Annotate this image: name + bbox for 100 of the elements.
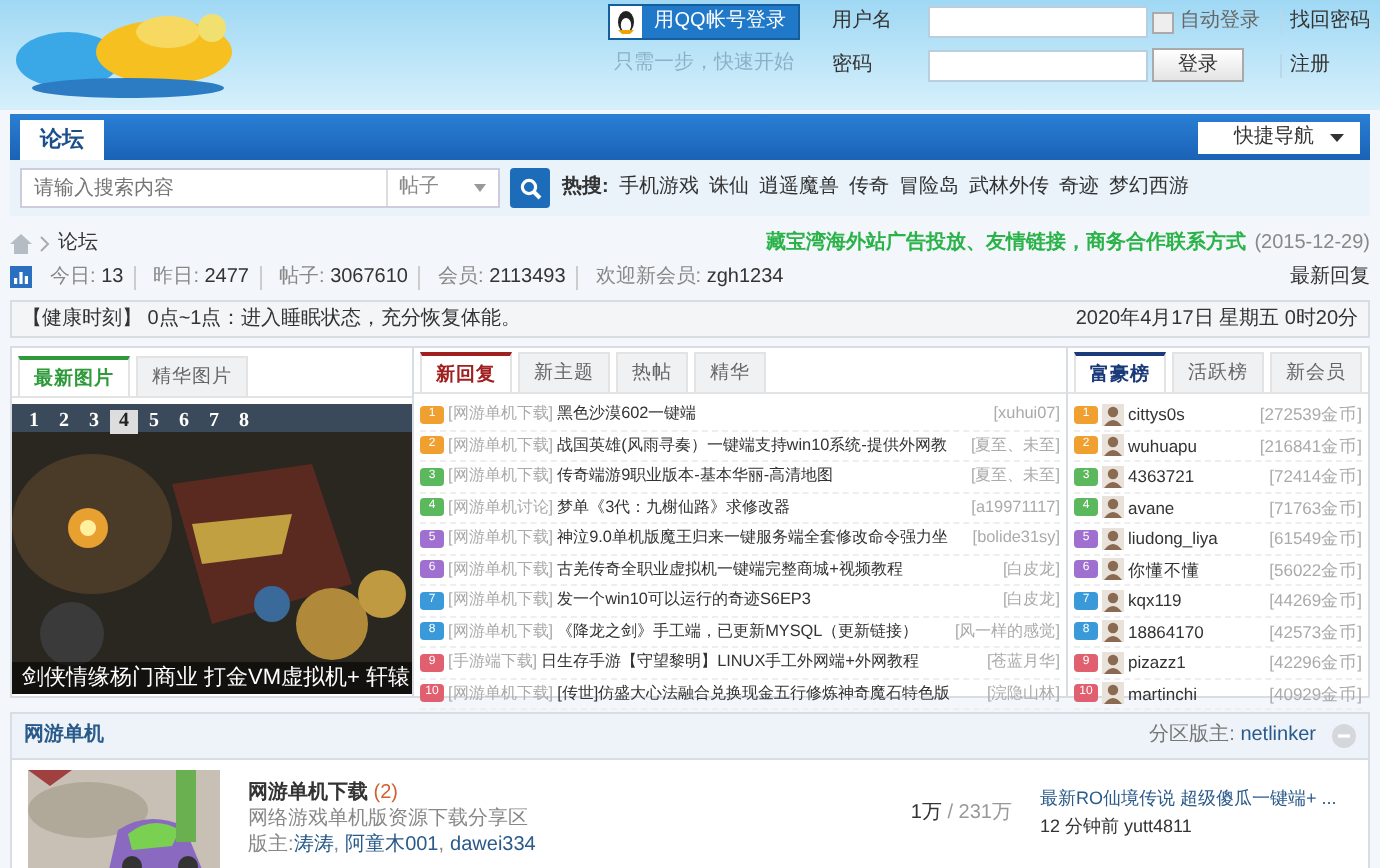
username-field[interactable]: [928, 6, 1148, 38]
thread-title-link[interactable]: 黑色沙漠602一键端: [557, 402, 697, 427]
slide-page-link[interactable]: 1: [20, 410, 48, 434]
hot-search-link[interactable]: 手机游戏: [618, 176, 699, 200]
search-field[interactable]: 请输入搜索内容 帖子: [20, 168, 500, 208]
stat-text: 昨日: 2477: [143, 265, 261, 289]
coin-count: [44269金币]: [1269, 588, 1362, 613]
avatar-icon[interactable]: [1102, 589, 1124, 612]
hot-search-link[interactable]: 武林外传: [968, 176, 1049, 200]
avatar-icon[interactable]: [1102, 465, 1124, 488]
username-link[interactable]: liudong_liya: [1128, 526, 1218, 551]
avatar-icon[interactable]: [1102, 620, 1124, 643]
username-link[interactable]: wuhuapu: [1128, 433, 1198, 458]
stat-text: 今日: 13: [40, 265, 136, 289]
hot-search-link[interactable]: 冒险岛: [898, 176, 959, 200]
password-label: 密码: [832, 53, 874, 77]
avatar-icon[interactable]: [1102, 527, 1124, 550]
breadcrumb-link[interactable]: 论坛: [58, 231, 98, 255]
hot-search-link[interactable]: 奇迹: [1058, 176, 1099, 200]
thread-title-link[interactable]: 战国英雄(风雨寻奏）一键端支持win10系统-提供外网教: [557, 433, 947, 458]
new-member-text: 欢迎新会员: zgh1234: [593, 265, 786, 289]
register-link[interactable]: 注册: [1280, 53, 1370, 77]
moderators-label: 版主:: [248, 834, 294, 858]
tab[interactable]: 精华图片: [136, 356, 248, 396]
chevron-icon: [40, 235, 50, 251]
coin-count: [216841金币]: [1259, 433, 1362, 458]
username-link[interactable]: 4363721: [1128, 464, 1195, 489]
moderator-link[interactable]: 阿童木001: [345, 834, 439, 858]
slide-page-link[interactable]: 7: [200, 410, 228, 434]
hot-search-link[interactable]: 梦幻西游: [1108, 176, 1189, 200]
slide-page-link[interactable]: 4: [110, 410, 138, 434]
login-button[interactable]: 登录: [1152, 48, 1244, 82]
thread-title-link[interactable]: 神泣9.0单机版魔王归来一键服务端全套修改命令强力坐: [557, 526, 948, 551]
section-title[interactable]: 网游单机: [24, 724, 104, 748]
moderator-link[interactable]: 涛涛: [293, 834, 334, 858]
slide-page-link[interactable]: 5: [140, 410, 168, 434]
new-post-count: (2): [373, 782, 399, 804]
comma-text: ,: [438, 834, 445, 858]
auto-login-label: 自动登录: [1180, 10, 1260, 34]
last-post-link[interactable]: 最新RO仙境传说 超级傻瓜一键端+ ...: [1040, 786, 1356, 810]
tab[interactable]: 精华: [694, 352, 766, 392]
moderator-link[interactable]: dawei334: [450, 834, 536, 858]
username-link[interactable]: 你懂不懂: [1128, 557, 1200, 582]
slide-page-link[interactable]: 2: [50, 410, 78, 434]
caret-icon: [474, 184, 486, 192]
coin-count: [56022金币]: [1269, 557, 1362, 582]
thread-title-link[interactable]: [传世]仿盛大心法融合兑换现金五行修炼神奇魔石特色版: [557, 681, 951, 706]
hot-search-link[interactable]: 诛仙: [708, 176, 749, 200]
username-label: 用户名: [832, 10, 894, 34]
tab[interactable]: 热帖: [616, 352, 688, 392]
auto-login-checkbox[interactable]: [1152, 11, 1174, 33]
slide-page-link[interactable]: 6: [170, 410, 198, 434]
slide-page-link[interactable]: 3: [80, 410, 108, 434]
date-text: 2020年4月17日 星期五 0时20分: [1075, 307, 1358, 331]
username-link[interactable]: martinchi: [1128, 681, 1197, 706]
thread-title-link[interactable]: 梦单《3代：九榭仙路》求修改器: [557, 495, 791, 520]
tab[interactable]: 富豪榜: [1074, 352, 1166, 392]
thread-title-link[interactable]: 日生存手游【守望黎明】LINUX手工外网端+外网教程: [541, 650, 919, 675]
avatar-icon[interactable]: [1102, 651, 1124, 674]
comma-text: ,: [333, 834, 340, 858]
avatar-icon[interactable]: [1102, 434, 1124, 457]
tab[interactable]: 新会员: [1270, 352, 1362, 392]
qq-login-button[interactable]: 用QQ帐号登录: [608, 4, 800, 40]
slide-page-link[interactable]: 8: [230, 410, 258, 434]
username-link[interactable]: 18864170: [1128, 619, 1204, 644]
nav-tab[interactable]: 论坛: [20, 120, 104, 160]
notice-date: (2015-12-29): [1254, 231, 1370, 255]
coin-count: [42296金币]: [1269, 650, 1362, 675]
username-link[interactable]: cittys0s: [1128, 402, 1185, 427]
coin-count: [272539金币]: [1259, 402, 1362, 427]
bar-chart-icon: [10, 266, 32, 288]
caret-icon: [1330, 133, 1344, 141]
tab[interactable]: 新回复: [420, 352, 512, 392]
avatar-icon[interactable]: [1102, 403, 1124, 426]
username-link[interactable]: kqx119: [1128, 588, 1182, 613]
health-tip: 【健康时刻】 0点~1点：进入睡眠状态，充分恢复体能。: [22, 307, 522, 331]
tab[interactable]: 新主题: [518, 352, 610, 392]
stat-text: 会员: 2113493: [428, 265, 578, 289]
password-field[interactable]: [928, 49, 1148, 81]
last-post-info: 12 分钟前 yutt4811: [1040, 814, 1194, 838]
thread-title-link[interactable]: 传奇端游9职业版本-基本华丽-高清地图: [557, 464, 834, 489]
slide-caption[interactable]: 剑侠情缘杨门商业 打金VM虚拟机+ 轩辕: [12, 662, 412, 694]
username-link[interactable]: avane: [1128, 495, 1175, 520]
quick-nav-button[interactable]: 快捷导航: [1198, 121, 1360, 153]
username-link[interactable]: pizazz1: [1128, 650, 1186, 675]
avatar-icon[interactable]: [1102, 496, 1124, 519]
tab[interactable]: 最新图片: [18, 356, 130, 396]
tab[interactable]: 活跃榜: [1172, 352, 1264, 392]
scope-dropdown[interactable]: 帖子: [385, 170, 498, 206]
hot-search-link[interactable]: 逍遥魔兽: [758, 176, 839, 200]
latest-reply-link[interactable]: 最新回复: [1290, 265, 1370, 289]
forum-name-link[interactable]: 网游单机下载: [248, 782, 368, 804]
avatar-icon[interactable]: [1102, 558, 1124, 581]
hot-search-link[interactable]: 传奇: [848, 176, 889, 200]
thread-title-link[interactable]: 发一个win10可以运行的奇迹S6EP3: [557, 588, 811, 613]
avatar-icon[interactable]: [1102, 682, 1124, 705]
search-button[interactable]: [510, 168, 550, 208]
thread-title-link[interactable]: 古羌传奇全职业虚拟机一键端完整商城+视频教程: [557, 557, 903, 582]
forgot-password-link[interactable]: 找回密码: [1280, 10, 1370, 34]
thread-title-link[interactable]: 《降龙之剑》手工端，已更新MYSQL（更新链接）: [557, 619, 919, 644]
